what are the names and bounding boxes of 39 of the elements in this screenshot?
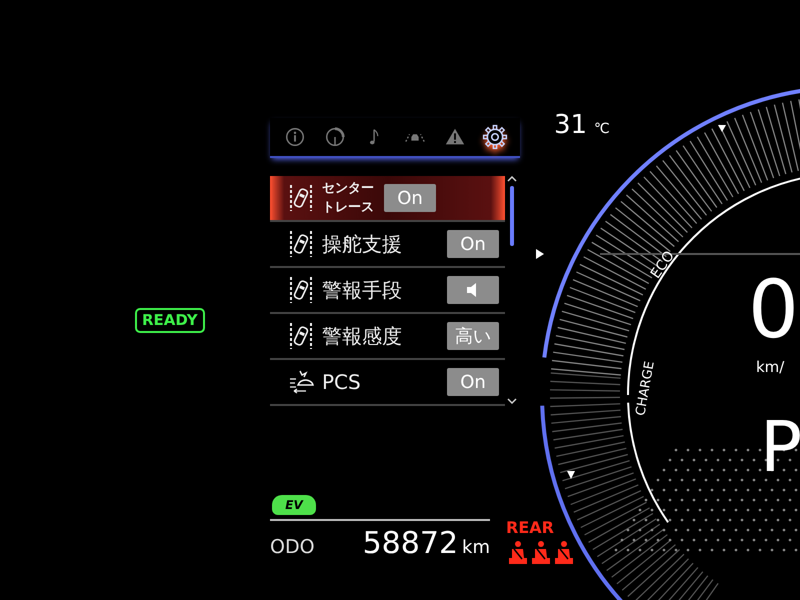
menu-item-label: 操舵支援 xyxy=(322,233,403,255)
scroll-up-icon[interactable] xyxy=(507,176,517,182)
seatbelt-warning-icon xyxy=(529,540,552,566)
lane-assist-icon xyxy=(288,229,314,259)
scroll-down-icon[interactable] xyxy=(507,398,517,404)
seatbelt-warning-icon xyxy=(506,540,529,566)
charge-label: CHARGE xyxy=(634,360,657,417)
menu-item[interactable]: センタートレース On xyxy=(270,176,505,222)
lane-assist-icon xyxy=(288,183,314,213)
temperature-value: 31 xyxy=(554,112,588,138)
lane-assist-icon xyxy=(288,321,314,351)
menu-item-label: 警報感度 xyxy=(322,325,403,347)
triangle-marker-icon xyxy=(536,249,544,259)
setting-value: On xyxy=(447,368,499,396)
menu-item[interactable]: 操舵支援 On xyxy=(270,222,505,268)
triangle-marker-icon xyxy=(567,471,575,479)
odometer-value: 58872 xyxy=(362,525,458,563)
lane-assist-icon xyxy=(288,275,314,305)
menu-item-label: センタートレース xyxy=(322,180,375,217)
seatbelt-warning-icon xyxy=(552,540,575,566)
temperature-unit: ℃ xyxy=(594,122,610,136)
speed-value: 0 xyxy=(748,270,799,350)
menu-item-label: PCS xyxy=(322,371,362,393)
menu-item[interactable]: 警報感度 高い xyxy=(270,314,505,360)
speed-unit: km/ xyxy=(756,360,784,375)
setting-value: On xyxy=(447,230,499,258)
setting-value: On xyxy=(384,184,436,212)
scrollbar-thumb[interactable] xyxy=(510,186,514,246)
setting-value: 高い xyxy=(447,322,499,350)
gear-indicator: P xyxy=(760,412,800,482)
menu-item-label: 警報手段 xyxy=(322,279,403,301)
rear-seatbelt-label: REAR xyxy=(506,517,554,539)
triangle-marker-icon xyxy=(718,125,726,132)
ready-indicator: READY xyxy=(135,308,205,333)
odometer-unit: km xyxy=(462,536,490,560)
menu-item[interactable]: 警報手段 xyxy=(270,268,505,314)
ev-mode-indicator: EV xyxy=(272,495,316,515)
menu-item[interactable]: PCS On xyxy=(270,360,505,406)
odometer-label: ODO xyxy=(270,535,315,560)
